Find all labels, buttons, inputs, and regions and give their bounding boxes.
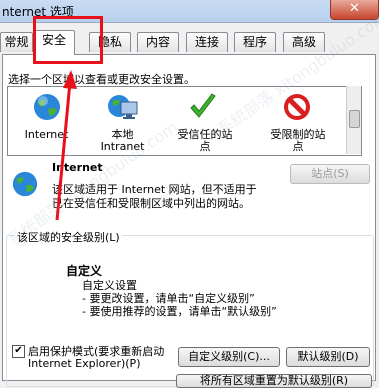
tab-general[interactable]: 常规 bbox=[0, 32, 33, 52]
annotation-arrow bbox=[55, 70, 77, 221]
default-level-button[interactable]: 默认级别(D) bbox=[286, 347, 370, 367]
sites-button[interactable]: 站点(S) bbox=[290, 164, 370, 184]
custom-level-line3: - 要使用推荐的设置，请单击“默认级别” bbox=[82, 305, 277, 318]
zone-list-scrollbar[interactable] bbox=[346, 86, 361, 154]
annotation-highlight-box bbox=[33, 16, 103, 64]
zone-trusted-label: 受信任的站 点 bbox=[177, 128, 233, 153]
tab-connections[interactable]: 连接 bbox=[186, 32, 228, 52]
custom-level-button[interactable]: 自定义级别(C)... bbox=[178, 347, 280, 367]
security-level-label: 该区域的安全级别(L) bbox=[15, 229, 122, 245]
tab-advanced[interactable]: 高级 bbox=[283, 32, 325, 52]
no-entry-icon bbox=[284, 94, 310, 120]
selected-zone-globe-icon bbox=[12, 171, 38, 197]
tab-programs[interactable]: 程序 bbox=[234, 32, 276, 52]
protected-mode-checkbox[interactable]: ✔ bbox=[12, 345, 25, 358]
check-icon bbox=[190, 93, 216, 118]
tab-content[interactable]: 内容 bbox=[137, 32, 179, 52]
zone-trusted-sites[interactable]: 受信任的站 点 bbox=[165, 92, 245, 153]
network-icon bbox=[108, 95, 138, 119]
zone-intranet-label: 本地 Intranet bbox=[100, 128, 145, 153]
zone-instruction: 选择一个区域以查看或更改安全设置。 bbox=[8, 73, 195, 86]
zone-restricted-sites[interactable]: 受限制的站 点 bbox=[258, 92, 338, 153]
close-button[interactable]: ✕ bbox=[330, 0, 379, 20]
zone-local-intranet[interactable]: 本地 Intranet bbox=[90, 92, 155, 153]
reset-all-zones-button[interactable]: 将所有区域重置为默认级别(R) bbox=[176, 374, 372, 388]
protected-mode-label-line2: Internet Explorer)(P) bbox=[28, 357, 141, 370]
zone-restricted-label: 受限制的站 点 bbox=[270, 128, 326, 153]
